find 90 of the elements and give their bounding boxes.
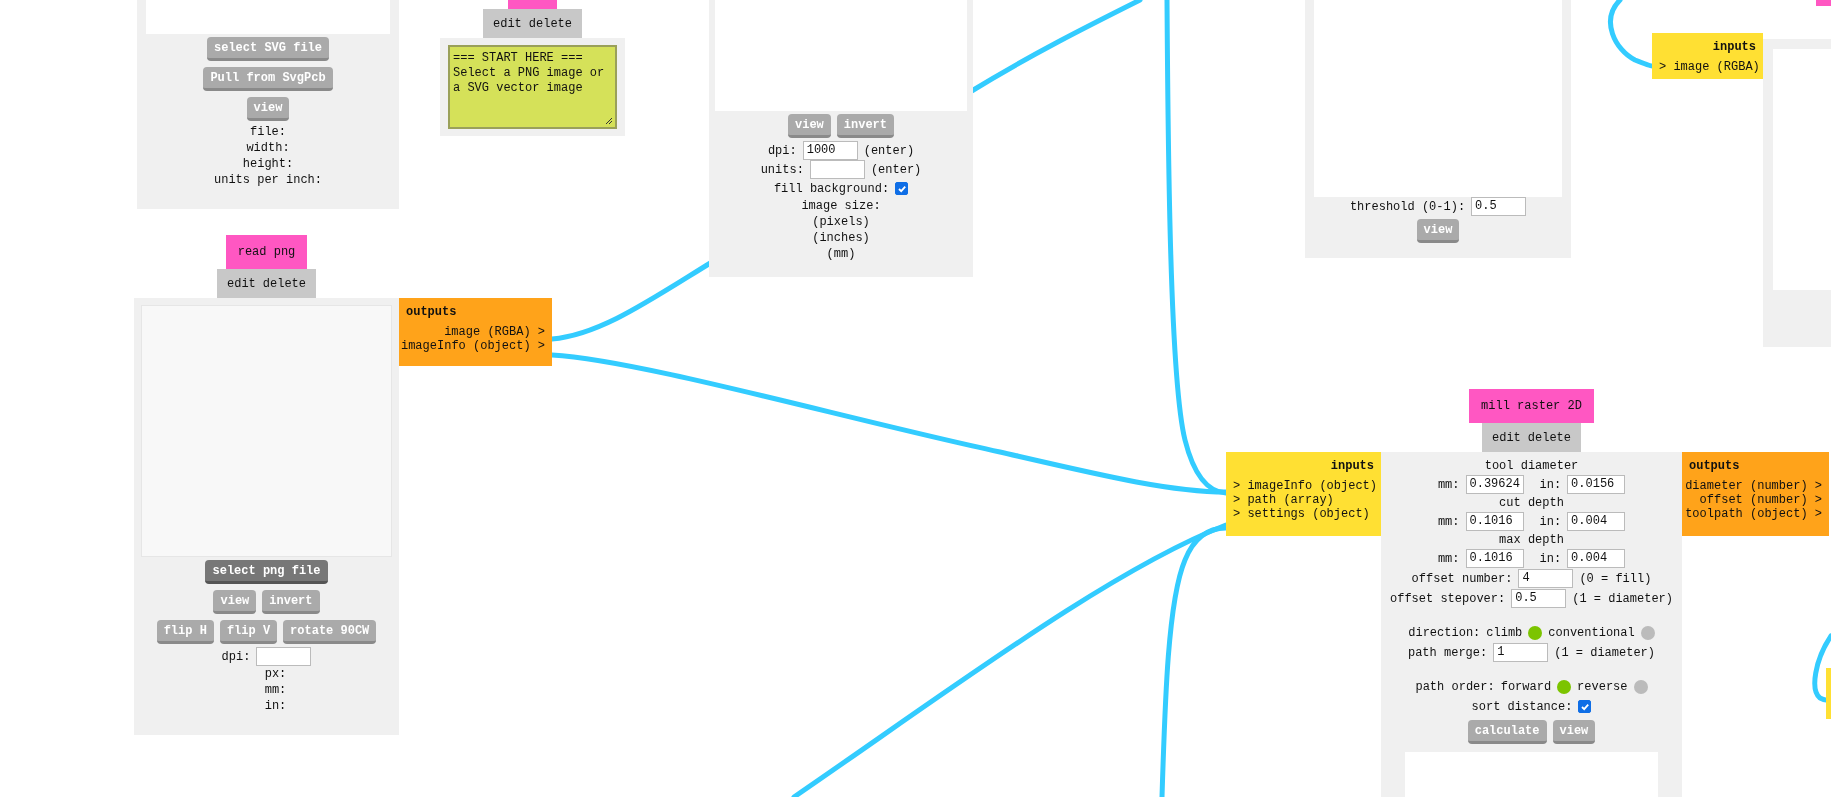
unit-label: mm: (1437, 514, 1460, 529)
field-hint: (0 = fill) (1579, 571, 1652, 586)
number-field[interactable]: 0.1016 (1465, 549, 1524, 568)
edit-link[interactable]: edit (1492, 431, 1521, 445)
node-title[interactable]: read png (225, 235, 308, 269)
number-field[interactable]: 0.004 (1567, 512, 1626, 531)
info-label: height: (242, 156, 294, 172)
info-label: file: (250, 124, 286, 140)
port-label[interactable]: image (RGBA) > (444, 325, 545, 339)
resize-grip-icon[interactable] (605, 117, 613, 125)
field-hint: (1 = diameter) (1554, 645, 1655, 660)
note-field[interactable]: === START HERE === Select a PNG image or a SVG vector image (448, 45, 617, 129)
number-field[interactable]: 4 (1518, 569, 1574, 588)
radio-label: forward (1500, 679, 1552, 694)
unit-label: mm: (1437, 551, 1460, 566)
ports-title: inputs (1712, 40, 1756, 54)
select-file-button[interactable]: select png file (205, 560, 328, 584)
field-label: image size: (801, 198, 881, 214)
number-field[interactable]: 1000 (802, 141, 858, 160)
field-label: (inches) (812, 230, 870, 246)
info-label: in: (264, 698, 287, 714)
field-label: (mm) (826, 246, 856, 262)
radio-group-label: direction: (1408, 625, 1481, 640)
delete-link[interactable]: delete (528, 17, 572, 31)
title-tag (508, 0, 557, 9)
ports-title: outputs (406, 305, 457, 319)
checkmark-icon (1579, 701, 1590, 712)
port-label[interactable]: > image (RGBA) (1659, 60, 1760, 74)
radio-label: conventional (1548, 625, 1635, 640)
field-label: cut depth (1499, 495, 1564, 511)
number-field[interactable]: 0.004 (1567, 549, 1626, 568)
number-field[interactable]: 1 (1493, 643, 1549, 662)
number-field[interactable] (256, 647, 312, 666)
field-label: max depth (1499, 532, 1564, 548)
radio-label: reverse (1577, 679, 1628, 694)
field-label: threshold (0-1): (1349, 199, 1466, 214)
number-field[interactable]: 0.5 (1511, 589, 1567, 608)
radio-group-label: path order: (1415, 679, 1495, 694)
port-label[interactable]: offset (number) > (1699, 493, 1822, 507)
checkmark-icon (896, 183, 907, 194)
field-hint: (enter) (870, 162, 922, 177)
field-label: offset number: (1411, 571, 1513, 586)
edit-link[interactable]: edit (493, 17, 522, 31)
field-hint: (1 = diameter) (1572, 591, 1674, 606)
number-field[interactable]: 0.1016 (1465, 512, 1524, 531)
radio-button[interactable] (1528, 625, 1543, 640)
ports-title: inputs (1330, 459, 1374, 473)
ports-title: outputs (1689, 459, 1740, 473)
unit-label: in: (1539, 551, 1562, 566)
radio-label: climb (1486, 625, 1523, 640)
number-field[interactable]: 0.0156 (1567, 475, 1626, 494)
field-label: dpi: (221, 649, 251, 664)
field-label: path merge: (1407, 645, 1488, 660)
port-label[interactable]: > imageInfo (object) (1233, 479, 1378, 493)
unit-label: in: (1539, 514, 1562, 529)
checkbox-label: fill background: (773, 181, 890, 196)
checkbox-label: sort distance: (1471, 699, 1573, 714)
delete-link[interactable]: delete (1527, 431, 1571, 445)
info-label: units per inch: (214, 172, 322, 188)
port-label[interactable]: toolpath (object) > (1685, 507, 1822, 521)
info-label: mm: (264, 682, 287, 698)
port-label[interactable]: diameter (number) > (1685, 479, 1822, 493)
port-label[interactable]: > path (array) (1233, 493, 1334, 507)
port-label[interactable]: imageInfo (object) > (400, 339, 545, 353)
port-label[interactable]: > settings (object) (1233, 507, 1370, 521)
radio-button[interactable] (1633, 679, 1648, 694)
field-label: offset stepover: (1390, 591, 1506, 606)
radio-button[interactable] (1557, 679, 1572, 694)
field-label: dpi: (767, 143, 797, 158)
title-tag (1816, 0, 1831, 6)
delete-link[interactable]: delete (262, 277, 306, 291)
field-label: tool diameter (1484, 458, 1579, 474)
field-hint: (enter) (863, 143, 915, 158)
checkbox[interactable] (895, 182, 909, 195)
info-label: px: (264, 666, 287, 682)
field-label: units: (760, 162, 804, 177)
edit-link[interactable]: edit (227, 277, 256, 291)
number-field[interactable]: 0.5 (1471, 197, 1527, 216)
number-field[interactable] (809, 160, 865, 179)
radio-button[interactable] (1640, 625, 1655, 640)
checkbox[interactable] (1578, 700, 1592, 713)
unit-label: in: (1539, 477, 1562, 492)
field-label: (pixels) (812, 214, 870, 230)
info-label: width: (246, 140, 290, 156)
node-title[interactable]: mill raster 2D (1469, 389, 1594, 423)
number-field[interactable]: 0.39624 (1465, 475, 1524, 494)
inputs-panel (1826, 668, 1831, 719)
unit-label: mm: (1437, 477, 1460, 492)
wire (1812, 633, 1831, 703)
wire (1608, 0, 1655, 69)
